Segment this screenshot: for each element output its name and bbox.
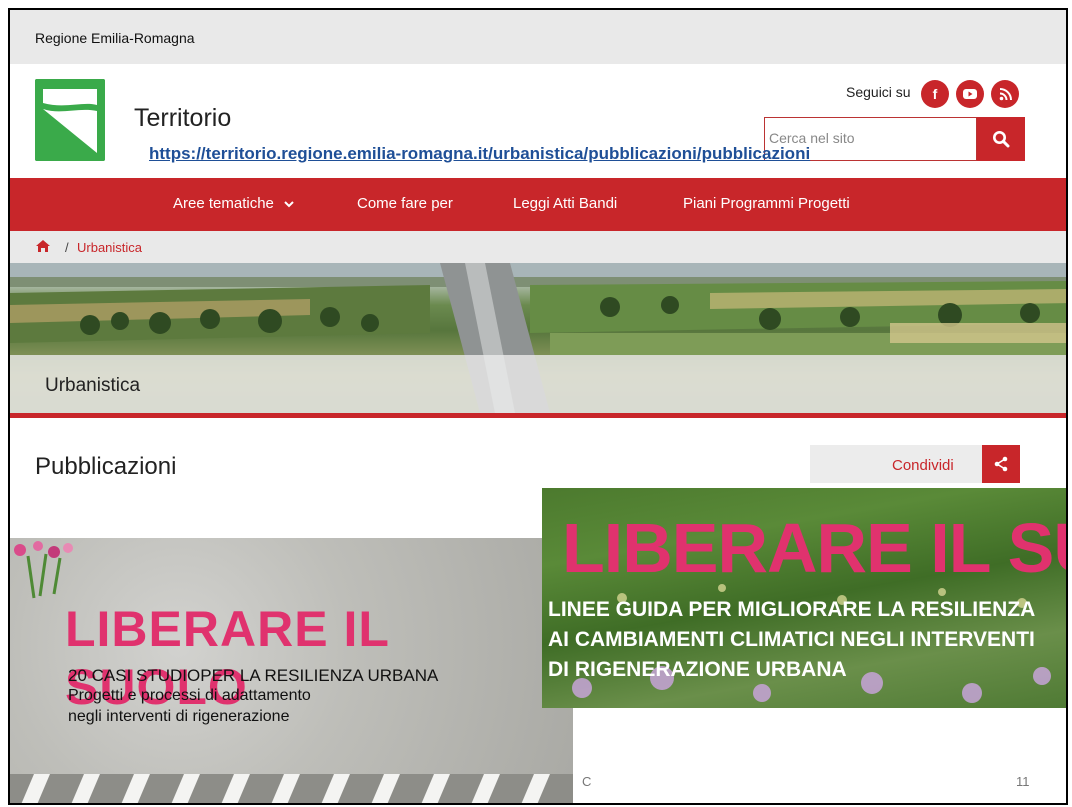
breadcrumb-separator: / xyxy=(65,240,69,255)
cover-left-line2: Progetti e processi di adattamento xyxy=(68,687,311,704)
follow-label: Seguici su xyxy=(846,84,911,100)
breadcrumb: / Urbanistica xyxy=(10,231,1066,263)
cover-right-line1: LINEE GUIDA PER MIGLIORARE LA RESILIENZA xyxy=(548,598,1036,621)
chevron-down-icon xyxy=(284,195,294,212)
footer-letter: C xyxy=(582,774,592,789)
cover-left-line3: negli interventi di rigenerazione xyxy=(68,708,290,725)
nav-item-piani-programmi-progetti[interactable]: Piani Programmi Progetti xyxy=(683,195,850,212)
share-icon xyxy=(994,456,1008,472)
youtube-icon[interactable] xyxy=(956,80,984,108)
slide-page-number: 11 xyxy=(1016,774,1030,789)
cover-left-subtitle: 20 CASI STUDIOPER LA RESILIENZA URBANA xyxy=(68,666,439,685)
banner-title: Urbanistica xyxy=(45,375,141,396)
cover-right-line3: DI RIGENERAZIONE URBANA xyxy=(548,658,847,681)
breadcrumb-item-urbanistica[interactable]: Urbanistica xyxy=(77,240,142,255)
logo-graphic xyxy=(35,79,105,161)
share-button[interactable] xyxy=(982,445,1020,483)
nav-item-label: Aree tematiche xyxy=(173,195,274,212)
search-button[interactable] xyxy=(977,117,1025,161)
road-stripes-decoration xyxy=(10,774,573,803)
banner-divider xyxy=(10,413,1066,418)
publication-cover-guidelines[interactable]: LIBERARE IL SUOLO LINEE GUIDA PER MIGLIO… xyxy=(542,488,1066,708)
hero-banner: Urbanistica xyxy=(10,263,1066,413)
cover-right-line2: AI CAMBIAMENTI CLIMATICI NEGLI INTERVENT… xyxy=(548,628,1035,651)
url-overlay[interactable]: https://territorio.regione.emilia-romagn… xyxy=(149,144,810,164)
main-nav: Aree tematiche Come fare per Leggi Atti … xyxy=(10,178,1066,231)
nav-item-come-fare-per[interactable]: Come fare per xyxy=(357,195,453,212)
flowers-decoration xyxy=(14,541,73,599)
home-icon[interactable] xyxy=(35,239,51,258)
region-logo[interactable] xyxy=(35,79,105,161)
region-bar: Regione Emilia-Romagna xyxy=(10,10,1066,64)
share-label[interactable]: Condividi xyxy=(892,457,954,474)
search-icon xyxy=(993,131,1010,148)
nav-item-aree-tematiche[interactable]: Aree tematiche xyxy=(173,195,294,212)
page-title: Pubblicazioni xyxy=(35,453,177,480)
site-header: Territorio Seguici su f Cerca nel sito h… xyxy=(10,64,1066,178)
region-link[interactable]: Regione Emilia-Romagna xyxy=(35,30,195,46)
facebook-icon[interactable]: f xyxy=(921,80,949,108)
cover-right-title: LIBERARE IL SUOLO xyxy=(562,509,1066,587)
nav-item-leggi-atti-bandi[interactable]: Leggi Atti Bandi xyxy=(513,195,617,212)
publication-cover-case-studies[interactable]: LIBERARE IL SUOLO 20 CASI STUDIOPER LA R… xyxy=(10,538,573,803)
rss-icon[interactable] xyxy=(991,80,1019,108)
banner-title-strip xyxy=(10,355,1066,413)
site-title[interactable]: Territorio xyxy=(134,104,231,133)
slide-frame: Regione Emilia-Romagna Territorio Seguic… xyxy=(8,8,1068,805)
